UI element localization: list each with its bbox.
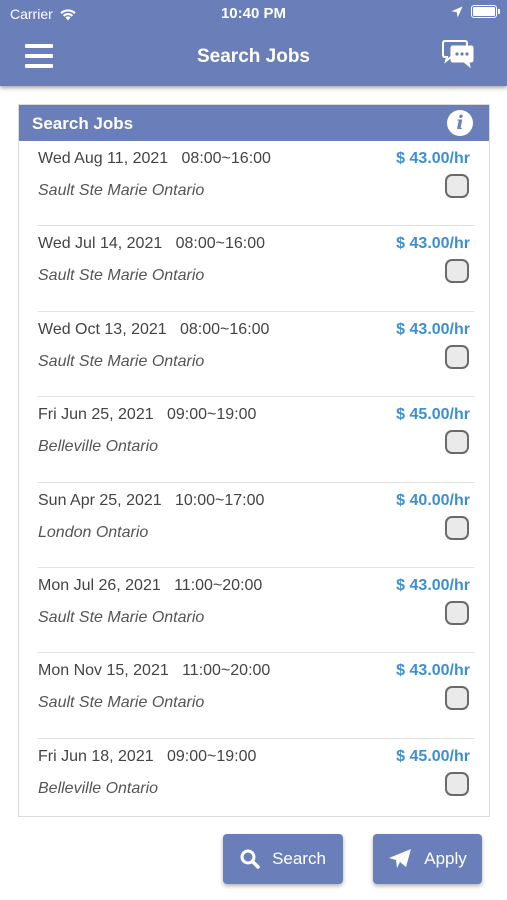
job-select-checkbox[interactable] — [445, 344, 469, 369]
job-location: Sault Ste Marie Ontario — [38, 608, 205, 626]
search-button[interactable]: Search — [223, 834, 343, 884]
job-row[interactable]: Fri Jun 25, 2021 09:00~19:00 $ 45.00/hr … — [19, 397, 475, 483]
job-date-time: Mon Jul 26, 2021 11:00~20:00 — [38, 576, 263, 594]
job-list: Wed Aug 11, 2021 08:00~16:00 $ 43.00/hr … — [19, 141, 489, 824]
job-select-checkbox[interactable] — [445, 174, 469, 198]
job-location: Sault Ste Marie Ontario — [38, 267, 205, 285]
job-rate: $ 43.00/hr — [396, 662, 470, 680]
job-row[interactable]: Sun Apr 25, 2021 10:00~17:00 $ 40.00/hr … — [19, 483, 475, 569]
location-arrow-icon — [451, 6, 463, 17]
job-rate: $ 43.00/hr — [396, 150, 470, 167]
job-date-time: Mon Nov 15, 2021 11:00~20:00 — [38, 662, 271, 680]
apply-button-label: Apply — [424, 849, 467, 868]
job-rate: $ 43.00/hr — [396, 235, 470, 253]
job-location: Belleville Ontario — [38, 438, 159, 456]
chat-bubbles-icon[interactable] — [441, 40, 475, 70]
job-rate: $ 43.00/hr — [396, 576, 470, 594]
job-rate: $ 43.00/hr — [396, 320, 470, 338]
job-select-checkbox[interactable] — [445, 771, 469, 796]
apply-button[interactable]: Apply — [373, 834, 482, 884]
job-date-time: Sun Apr 25, 2021 10:00~17:00 — [38, 491, 265, 509]
job-select-checkbox[interactable] — [445, 686, 469, 711]
magnifier-icon — [240, 849, 260, 869]
job-select-checkbox[interactable] — [445, 430, 469, 455]
job-date-time: Fri Jun 18, 2021 09:00~19:00 — [38, 747, 257, 765]
job-row[interactable]: Fri Jun 18, 2021 09:00~19:00 $ 45.00/hr … — [19, 739, 475, 824]
job-date-time: Wed Jul 14, 2021 08:00~16:00 — [38, 235, 265, 253]
job-date-time: Wed Aug 11, 2021 08:00~16:00 — [38, 150, 271, 167]
job-rate: $ 45.00/hr — [396, 406, 470, 424]
page-title: Search Jobs — [197, 46, 310, 67]
job-date-time: Wed Oct 13, 2021 08:00~16:00 — [38, 320, 270, 338]
job-row[interactable]: Wed Aug 11, 2021 08:00~16:00 $ 43.00/hr … — [19, 141, 475, 227]
panel-header: Search Jobs i — [19, 105, 489, 141]
battery-icon — [471, 5, 500, 18]
job-location: Sault Ste Marie Ontario — [38, 352, 205, 370]
job-location: London Ontario — [38, 523, 149, 541]
status-time: 10:40 PM — [220, 5, 287, 22]
paper-plane-icon — [389, 849, 412, 868]
app-header: Carrier 10:40 PM Search Jobs — [0, 0, 507, 86]
job-location: Sault Ste Marie Ontario — [38, 694, 205, 712]
job-rate: $ 40.00/hr — [396, 491, 470, 509]
status-right — [451, 5, 500, 18]
job-row[interactable]: Mon Nov 15, 2021 11:00~20:00 $ 43.00/hr … — [19, 653, 475, 740]
job-select-checkbox[interactable] — [445, 515, 469, 540]
panel-title: Search Jobs — [32, 114, 134, 133]
info-icon[interactable]: i — [447, 110, 473, 136]
search-button-label: Search — [272, 849, 326, 868]
job-row[interactable]: Wed Jul 14, 2021 08:00~16:00 $ 43.00/hr … — [19, 226, 475, 313]
job-location: Sault Ste Marie Ontario — [38, 182, 205, 199]
job-location: Belleville Ontario — [38, 779, 159, 797]
job-select-checkbox[interactable] — [445, 259, 469, 284]
job-rate: $ 45.00/hr — [396, 747, 470, 765]
job-row[interactable]: Mon Jul 26, 2021 11:00~20:00 $ 43.00/hr … — [19, 568, 475, 654]
job-row[interactable]: Wed Oct 13, 2021 08:00~16:00 $ 43.00/hr … — [19, 312, 475, 398]
job-select-checkbox[interactable] — [445, 600, 469, 625]
job-date-time: Fri Jun 25, 2021 09:00~19:00 — [38, 406, 257, 424]
search-jobs-panel: Search Jobs i Wed Aug 11, 2021 08:00~16:… — [18, 104, 490, 817]
